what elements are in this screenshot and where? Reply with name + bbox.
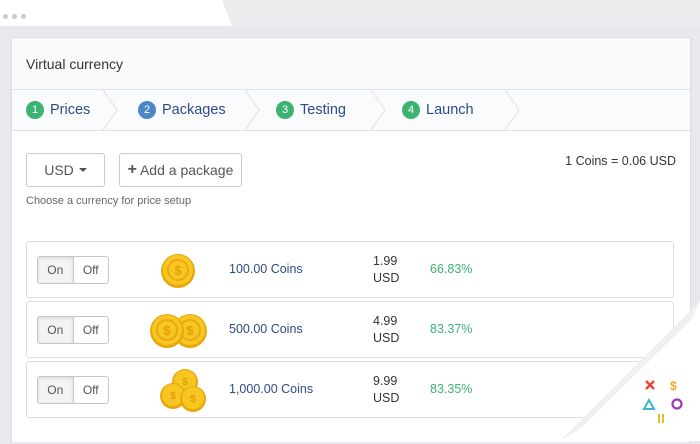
page-title: Virtual currency <box>12 38 690 90</box>
coin-amount: 100.00 Coins <box>229 262 303 276</box>
browser-tab[interactable] <box>0 0 232 26</box>
on-button[interactable]: On <box>38 317 74 343</box>
on-off-toggle: On Off <box>37 256 109 284</box>
add-package-button[interactable]: + Add a package <box>119 153 242 187</box>
single-coin-icon: $ <box>161 254 195 288</box>
caret-down-icon <box>78 168 87 172</box>
currency-label: USD <box>44 162 74 178</box>
package-price: 1.99 USD <box>373 253 399 287</box>
window-dot-icon[interactable] <box>21 14 26 19</box>
exchange-rate: 1 Coins = 0.06 USD <box>565 154 676 168</box>
on-button[interactable]: On <box>38 257 74 283</box>
app-window: Virtual currency 1 Prices 2 Packages 3 T… <box>11 37 691 442</box>
svg-text:$: $ <box>186 323 194 338</box>
price-currency: USD <box>373 331 400 345</box>
chevron-right-icon <box>371 90 386 130</box>
package-row: On Off $ 100.00 Coins 1.99 USD 66.83% <box>26 241 674 298</box>
packages-panel: USD + Add a package Choose a currency fo… <box>12 131 690 444</box>
step-label: Prices <box>50 102 91 118</box>
discount-percent: 83.37% <box>430 322 473 336</box>
discount-percent: 66.83% <box>430 262 473 276</box>
off-button[interactable]: Off <box>74 257 109 283</box>
coin-amount: 1,000.00 Coins <box>229 382 314 396</box>
wizard-steps: 1 Prices 2 Packages 3 Testing 4 Launch <box>12 90 690 131</box>
currency-dropdown[interactable]: USD <box>26 153 105 187</box>
on-off-toggle: On Off <box>37 316 109 344</box>
tab-packages[interactable]: 2 Packages <box>112 90 260 130</box>
double-coin-icon: $ $ <box>150 314 207 348</box>
step-number-badge: 1 <box>26 101 44 119</box>
step-label: Launch <box>426 102 474 118</box>
package-price: 4.99 USD <box>373 313 399 347</box>
step-label: Testing <box>300 102 346 118</box>
tab-testing[interactable]: 3 Testing <box>254 90 386 130</box>
package-row: On Off $ $ $ 1,000.00 Coins 9.99 USD 83.… <box>26 361 674 418</box>
step-number-badge: 2 <box>138 101 156 119</box>
off-button[interactable]: Off <box>74 377 109 403</box>
step-number-badge: 3 <box>276 101 294 119</box>
discount-percent: 83.35% <box>430 382 473 396</box>
tab-launch[interactable]: 4 Launch <box>380 90 520 130</box>
chevron-right-icon <box>505 90 520 130</box>
svg-text:$: $ <box>190 394 196 405</box>
off-button[interactable]: Off <box>74 317 109 343</box>
svg-text:$: $ <box>174 263 182 278</box>
coin-stack-icon: $ $ $ <box>160 369 206 412</box>
package-row: On Off $ $ 500.00 Coins 4.99 USD 83.37% <box>26 301 674 358</box>
package-price: 9.99 USD <box>373 373 399 407</box>
price-value: 1.99 <box>373 254 398 268</box>
svg-text:$: $ <box>170 391 176 402</box>
tab-prices[interactable]: 1 Prices <box>12 90 118 130</box>
window-dot-icon[interactable] <box>3 14 8 19</box>
price-currency: USD <box>373 391 400 405</box>
price-currency: USD <box>373 271 400 285</box>
add-package-label: Add a package <box>139 162 234 178</box>
plus-icon: + <box>127 161 137 178</box>
coin-amount: 500.00 Coins <box>229 322 303 336</box>
on-off-toggle: On Off <box>37 376 109 404</box>
chevron-right-icon <box>245 90 260 130</box>
window-dot-icon[interactable] <box>12 14 17 19</box>
on-button[interactable]: On <box>38 377 74 403</box>
svg-text:$: $ <box>182 377 188 388</box>
price-value: 4.99 <box>373 314 398 328</box>
svg-text:$: $ <box>163 323 171 338</box>
price-value: 9.99 <box>373 374 398 388</box>
chevron-right-icon <box>103 90 118 130</box>
step-label: Packages <box>162 102 226 118</box>
currency-hint: Choose a currency for price setup <box>26 195 192 207</box>
step-number-badge: 4 <box>402 101 420 119</box>
